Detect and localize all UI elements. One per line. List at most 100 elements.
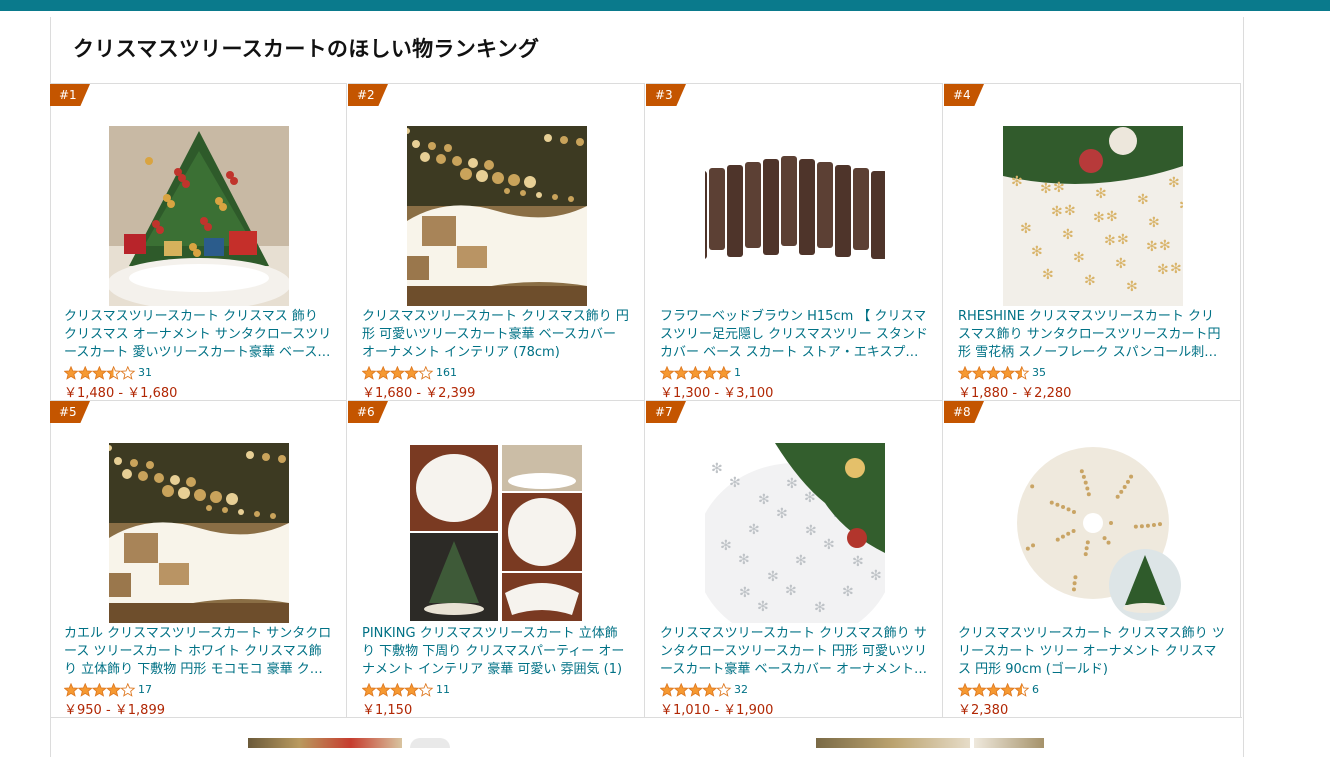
product-price: ￥1,150 — [362, 703, 413, 718]
rating-count-link[interactable]: 17 — [138, 683, 152, 696]
svg-text:✻: ✻ — [1020, 221, 1032, 237]
svg-text:✻: ✻ — [1040, 181, 1052, 197]
product-card[interactable]: #3 フラワーベッドブラウン H15cm 【 クリスマスツリー足元隠し クリスマス… — [646, 83, 943, 401]
svg-text:✻: ✻ — [729, 475, 741, 491]
product-title-link[interactable]: クリスマスツリースカート クリスマス 飾り クリスマス オーナメント サンタクロ… — [64, 308, 332, 362]
svg-text:✻: ✻ — [786, 476, 798, 492]
svg-text:✻: ✻ — [1115, 256, 1127, 272]
next-row-image-peek — [248, 738, 402, 748]
product-price: ￥1,880 - ￥2,280 — [958, 386, 1072, 401]
svg-text:✻: ✻ — [1064, 203, 1076, 219]
product-rating[interactable]: 161 — [361, 364, 457, 380]
svg-text:✻: ✻ — [842, 584, 854, 600]
svg-text:✻: ✻ — [1053, 180, 1065, 196]
top-nav-bar — [0, 0, 1330, 11]
product-title-link[interactable]: RHESHINE クリスマスツリースカート クリスマス飾り サンタクロースツリー… — [958, 308, 1226, 362]
rank-badge: #2 — [348, 84, 388, 106]
product-card[interactable]: #2 クリスマスツリースカート クリスマス飾り 円形 可愛いツリースカート豪華 ベ… — [348, 83, 645, 401]
page-title: クリスマスツリースカートのほしい物ランキング — [73, 37, 540, 61]
svg-text:✻: ✻ — [738, 552, 750, 568]
rating-count-link[interactable]: 6 — [1032, 683, 1039, 696]
svg-text:✻: ✻ — [776, 506, 788, 522]
rank-badge: #4 — [944, 84, 984, 106]
svg-text:✻: ✻ — [1126, 279, 1138, 295]
svg-text:✻: ✻ — [739, 585, 751, 601]
svg-text:✻: ✻ — [1011, 174, 1023, 190]
star-rating-icon[interactable] — [63, 365, 136, 380]
rating-count-link[interactable]: 11 — [436, 683, 450, 696]
next-row-image-peek — [410, 738, 450, 748]
svg-text:✻: ✻ — [852, 554, 864, 570]
product-rating[interactable]: 6 — [957, 681, 1039, 697]
svg-text:✻: ✻ — [1137, 192, 1149, 208]
rating-count-link[interactable]: 1 — [734, 366, 741, 379]
product-card[interactable]: #6 PINKING クリスマスツリースカート 立体飾り 下敷物 下周り クリスマ… — [348, 400, 645, 718]
svg-text:✻: ✻ — [795, 553, 807, 569]
product-image[interactable] — [705, 126, 885, 306]
svg-text:✻: ✻ — [1104, 233, 1116, 249]
star-rating-icon[interactable] — [957, 682, 1030, 697]
svg-text:✻: ✻ — [1170, 261, 1182, 277]
svg-text:✻: ✻ — [720, 538, 732, 554]
svg-text:✻: ✻ — [1148, 215, 1160, 231]
product-image[interactable]: ✻✻✻✻✻✻✻✻✻✻✻✻✻✻✻✻✻✻✻✻✻✻✻✻ — [705, 443, 885, 623]
product-title-link[interactable]: クリスマスツリースカート クリスマス飾り 円形 可愛いツリースカート豪華 ベース… — [362, 308, 630, 362]
star-rating-icon[interactable] — [361, 365, 434, 380]
product-title-link[interactable]: クリスマスツリースカート クリスマス飾り サンタクロースツリースカート 円形 可… — [660, 625, 928, 679]
svg-text:✻: ✻ — [1095, 186, 1107, 202]
svg-text:✻: ✻ — [785, 583, 797, 599]
rank-badge: #1 — [50, 84, 90, 106]
svg-text:✻: ✻ — [748, 522, 760, 538]
product-image[interactable] — [1003, 443, 1183, 623]
product-card[interactable]: #1 クリスマスツリースカート クリスマス 飾り クリスマス オーナメント サンタ… — [50, 83, 347, 401]
product-title-link[interactable]: カエル クリスマスツリースカート サンタクロース ツリースカート ホワイト クリ… — [64, 625, 332, 679]
product-rating[interactable]: 1 — [659, 364, 741, 380]
product-image[interactable] — [109, 443, 289, 623]
product-image[interactable] — [109, 126, 289, 306]
next-row-divider — [50, 717, 1242, 748]
product-card[interactable]: #4 ✻✻✻✻✻✻✻✻✻✻✻✻✻✻✻✻✻✻✻✻✻✻✻✻✻✻RHESHINE クリス… — [944, 83, 1241, 401]
product-card[interactable]: #8 クリスマスツリースカート クリスマス飾り ツリースカート ツリー オーナメン… — [944, 400, 1241, 718]
product-rating[interactable]: 11 — [361, 681, 450, 697]
product-image[interactable]: ✻✻✻✻✻✻✻✻✻✻✻✻✻✻✻✻✻✻✻✻✻✻✻✻✻✻ — [1003, 126, 1183, 306]
product-price: ￥950 - ￥1,899 — [64, 703, 165, 718]
svg-text:✻: ✻ — [814, 600, 826, 616]
svg-text:✻: ✻ — [1042, 267, 1054, 283]
rank-badge: #5 — [50, 401, 90, 423]
product-price: ￥1,010 - ￥1,900 — [660, 703, 774, 718]
star-rating-icon[interactable] — [63, 682, 136, 697]
product-image[interactable] — [407, 126, 587, 306]
product-price: ￥1,300 - ￥3,100 — [660, 386, 774, 401]
svg-text:✻: ✻ — [1179, 198, 1183, 214]
svg-text:✻: ✻ — [1146, 239, 1158, 255]
star-rating-icon[interactable] — [957, 365, 1030, 380]
product-price: ￥1,680 - ￥2,399 — [362, 386, 476, 401]
product-rating[interactable]: 32 — [659, 681, 748, 697]
product-rating[interactable]: 17 — [63, 681, 152, 697]
product-title-link[interactable]: クリスマスツリースカート クリスマス飾り ツリースカート ツリー オーナメント … — [958, 625, 1226, 679]
product-title-link[interactable]: PINKING クリスマスツリースカート 立体飾り 下敷物 下周り クリスマスパ… — [362, 625, 630, 679]
rating-count-link[interactable]: 32 — [734, 683, 748, 696]
rank-badge: #8 — [944, 401, 984, 423]
svg-text:✻: ✻ — [758, 492, 770, 508]
product-rating[interactable]: 35 — [957, 364, 1046, 380]
svg-text:✻: ✻ — [823, 537, 835, 553]
rating-count-link[interactable]: 161 — [436, 366, 457, 379]
product-title-link[interactable]: フラワーベッドブラウン H15cm 【 クリスマスツリー足元隠し クリスマスツリ… — [660, 308, 928, 362]
star-rating-icon[interactable] — [659, 682, 732, 697]
product-card[interactable]: #5 カエル クリスマスツリースカート サンタクロース ツリースカート ホワイト … — [50, 400, 347, 718]
svg-text:✻: ✻ — [870, 568, 882, 584]
product-rating[interactable]: 31 — [63, 364, 152, 380]
rating-count-link[interactable]: 35 — [1032, 366, 1046, 379]
rating-count-link[interactable]: 31 — [138, 366, 152, 379]
product-card[interactable]: #7✻✻✻✻✻✻✻✻✻✻✻✻✻✻✻✻✻✻✻✻✻✻✻✻クリスマスツリースカート ク… — [646, 400, 943, 718]
svg-text:✻: ✻ — [1157, 262, 1169, 278]
product-price: ￥2,380 — [958, 703, 1009, 718]
star-rating-icon[interactable] — [659, 365, 732, 380]
product-image[interactable] — [407, 443, 587, 623]
svg-text:✻: ✻ — [1051, 204, 1063, 220]
svg-text:✻: ✻ — [767, 569, 779, 585]
svg-text:✻: ✻ — [711, 461, 723, 477]
svg-text:✻: ✻ — [1062, 227, 1074, 243]
star-rating-icon[interactable] — [361, 682, 434, 697]
